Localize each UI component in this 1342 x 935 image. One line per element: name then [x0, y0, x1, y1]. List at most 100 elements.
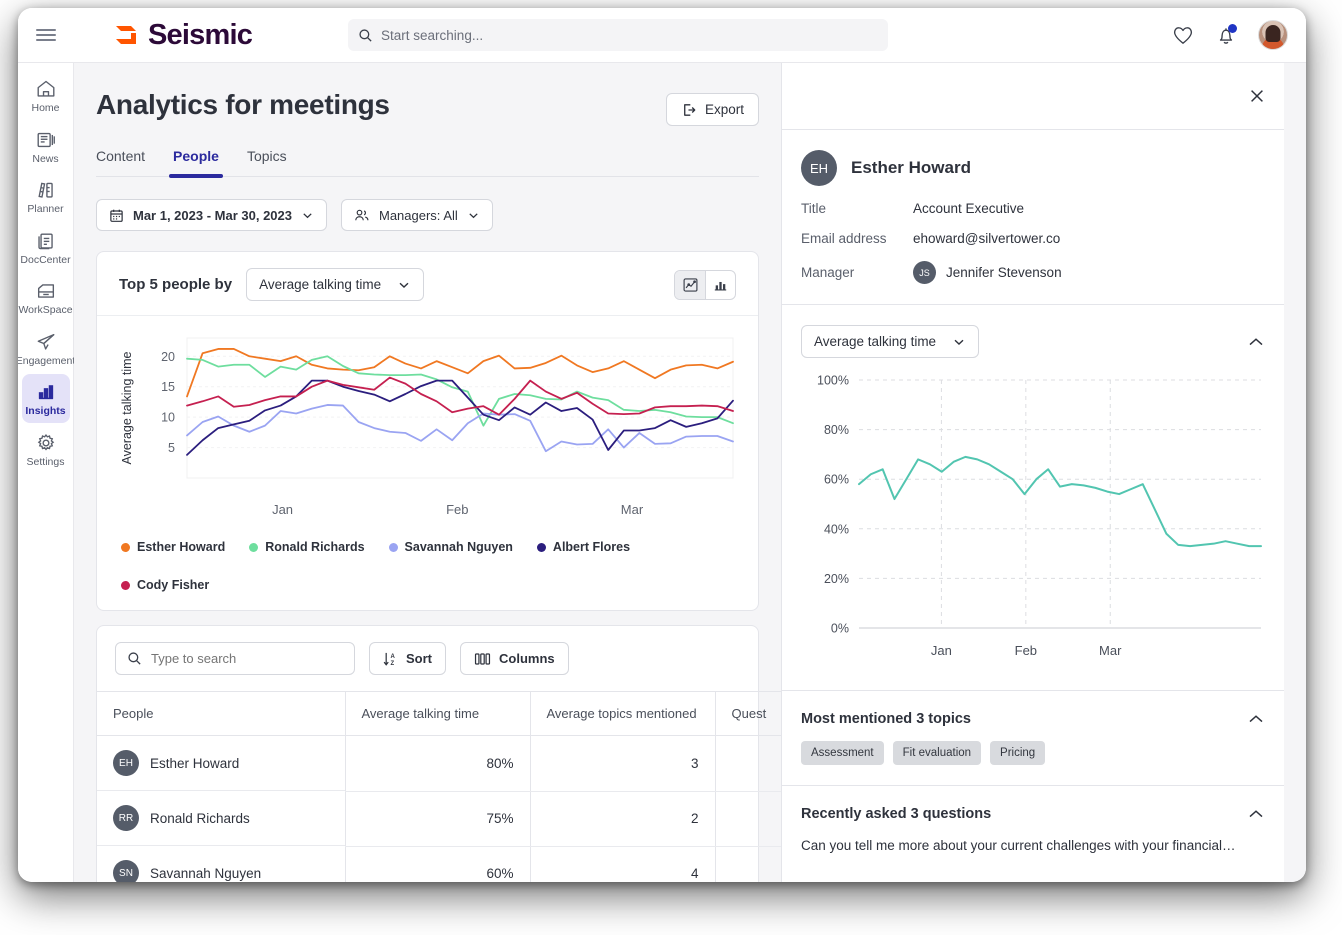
person-name: Esther Howard	[150, 755, 240, 771]
table-row[interactable]: EH Esther Howard 80% 3	[97, 735, 781, 792]
menu-icon[interactable]	[18, 8, 74, 63]
column-header-avg-talking-time[interactable]: Average talking time	[344, 691, 530, 736]
metric-chart-section: Average talking time 0% 20% 40% 60% 80% 100% J…	[782, 304, 1284, 690]
top-people-chart-card: Top 5 people by Average talking time 5 1…	[96, 251, 759, 611]
global-search[interactable]	[348, 19, 889, 51]
gear-icon	[37, 433, 54, 451]
managers-filter-value: Managers: All	[379, 207, 458, 223]
svg-text:10: 10	[161, 411, 175, 425]
sidebar-item-settings[interactable]: Settings	[22, 425, 70, 474]
sidebar-item-insights[interactable]: Insights	[21, 374, 70, 423]
table-row[interactable]: SN Savannah Nguyen 60% 4	[97, 846, 781, 882]
body: Home News Planner DocCenter WorkSpace En…	[18, 63, 1306, 882]
tab-people[interactable]: People	[169, 148, 223, 178]
column-header-questions[interactable]: Quest	[714, 691, 781, 736]
people-icon	[355, 209, 369, 220]
chevron-down-icon	[469, 212, 478, 218]
avatar: JS	[913, 261, 936, 284]
legend-item[interactable]: Albert Flores	[536, 540, 630, 554]
sidebar-item-home[interactable]: Home	[22, 71, 70, 120]
sidebar-item-doccenter[interactable]: DocCenter	[20, 223, 71, 272]
collapse-chevron-up-icon[interactable]	[1247, 335, 1265, 349]
people-table-card: A Z Sort Columns	[96, 625, 781, 882]
legend-item[interactable]: Savannah Nguyen	[388, 540, 513, 554]
legend-item[interactable]: Esther Howard	[121, 540, 225, 554]
manager-name: Jennifer Stevenson	[946, 265, 1062, 280]
legend-item[interactable]: Cody Fisher	[121, 578, 209, 592]
notifications-icon[interactable]	[1216, 23, 1237, 46]
close-icon[interactable]	[1249, 88, 1265, 104]
brand-logo[interactable]: Seismic	[114, 18, 253, 52]
tab-content[interactable]: Content	[96, 148, 145, 176]
sidebar-item-news[interactable]: News	[22, 122, 70, 171]
legend-color-dot	[249, 542, 259, 552]
date-range-value: Mar 1, 2023 - Mar 30, 2023	[133, 207, 292, 223]
column-header-avg-topics[interactable]: Average topics mentioned	[529, 691, 715, 736]
cell-topics: 2	[529, 791, 715, 847]
cell-person: EH Esther Howard	[97, 736, 345, 791]
legend-label: Esther Howard	[137, 540, 226, 554]
app-window: Seismic Start searching... Home News Pla…	[18, 8, 1306, 882]
table-header-row: People Average talking time Average topi…	[97, 691, 781, 736]
sort-button[interactable]: A Z Sort	[369, 642, 446, 675]
field-value: ehoward@silvertower.co	[913, 231, 1061, 246]
calendar-icon	[110, 209, 123, 222]
sidebar-item-label: Engagement	[18, 354, 76, 367]
cell-talking-time: 60%	[344, 846, 530, 882]
sidebar-item-label: Home	[31, 102, 60, 114]
legend-label: Savannah Nguyen	[404, 540, 513, 554]
avatar: EH	[113, 750, 139, 776]
brand-name: Seismic	[148, 18, 253, 51]
topics-header: Most mentioned 3 topics	[801, 711, 1265, 727]
cell-person: SN Savannah Nguyen	[97, 846, 345, 882]
person-detail-panel: EH Esther Howard Title Account Executive…	[781, 63, 1284, 882]
filter-bar: Mar 1, 2023 - Mar 30, 2023 Managers: All	[96, 199, 781, 231]
main-column: Analytics for meetings Export Content Pe…	[74, 63, 781, 882]
sidebar-item-label: News	[32, 152, 59, 165]
collapse-chevron-up-icon[interactable]	[1247, 712, 1265, 726]
question-item[interactable]: Can you tell me more about your current …	[801, 838, 1265, 853]
cell-person: RR Ronald Richards	[97, 791, 345, 846]
table-search-input[interactable]	[151, 651, 343, 666]
legend-label: Cody Fisher	[137, 578, 210, 592]
managers-filter[interactable]: Managers: All	[341, 199, 493, 231]
sidebar-item-label: Settings	[26, 455, 65, 468]
bar-chart-icon	[714, 281, 727, 291]
line-chart-toggle[interactable]	[675, 270, 705, 299]
column-header-people[interactable]: People	[97, 691, 345, 736]
topic-chip[interactable]: Pricing	[990, 741, 1046, 765]
topic-chips: Assessment Fit evaluation Pricing	[801, 741, 1265, 765]
top-people-line-chart: 5 10 15 20 Average talking time Jan Feb Mar	[120, 337, 734, 517]
columns-icon	[474, 652, 491, 665]
tabs: Content People Topics	[96, 148, 759, 178]
sidebar-item-engagement[interactable]: Engagement	[18, 324, 75, 373]
metric-select[interactable]: Average talking time	[246, 268, 425, 301]
table-search[interactable]	[115, 642, 355, 675]
search-input[interactable]	[381, 27, 879, 43]
tab-topics[interactable]: Topics	[247, 148, 287, 176]
topic-chip[interactable]: Fit evaluation	[892, 741, 982, 765]
questions-header: Recently asked 3 questions	[801, 806, 1265, 822]
topic-chip[interactable]: Assessment	[801, 741, 884, 765]
export-button[interactable]: Export	[665, 93, 759, 126]
field-value: JS Jennifer Stevenson	[913, 261, 1062, 284]
person-name: Ronald Richards	[150, 810, 250, 826]
columns-button[interactable]: Columns	[460, 642, 569, 675]
collapse-chevron-up-icon[interactable]	[1247, 807, 1265, 821]
legend-color-dot	[536, 542, 546, 552]
sidebar-item-planner[interactable]: Planner	[22, 172, 70, 221]
date-range-filter[interactable]: Mar 1, 2023 - Mar 30, 2023	[96, 199, 327, 231]
cell-talking-time: 75%	[344, 791, 530, 847]
legend-item[interactable]: Ronald Richards	[249, 540, 365, 554]
svg-text:Jan: Jan	[931, 643, 952, 658]
user-avatar[interactable]	[1258, 20, 1288, 50]
chevron-down-icon	[399, 282, 409, 288]
cell-topics: 4	[529, 846, 715, 882]
sidebar-item-workspace[interactable]: WorkSpace	[18, 273, 73, 322]
table-row[interactable]: RR Ronald Richards 75% 2	[97, 791, 781, 847]
panel-metric-select[interactable]: Average talking time	[801, 325, 980, 358]
favorites-icon[interactable]	[1172, 25, 1194, 45]
bar-chart-toggle[interactable]	[705, 270, 735, 299]
field-label: Email address	[801, 231, 887, 246]
legend-color-dot	[121, 542, 130, 552]
